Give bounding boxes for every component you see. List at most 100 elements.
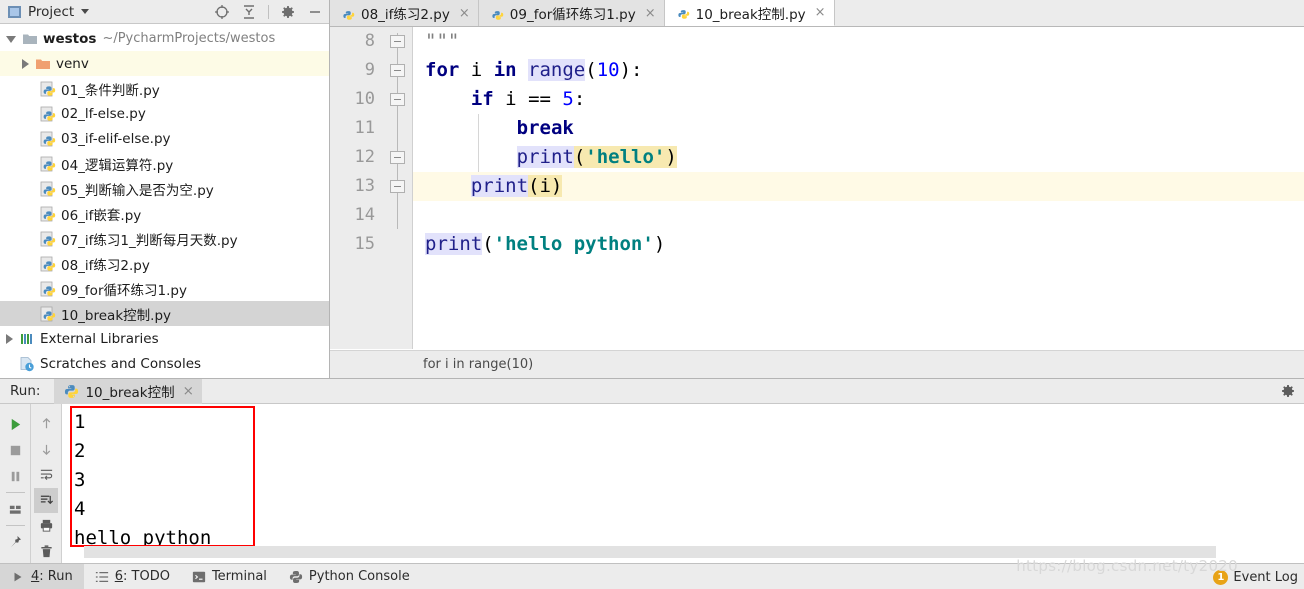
python-file-icon <box>40 256 56 272</box>
chevron-right-icon[interactable] <box>6 334 13 344</box>
run-panel-body: 1 2 3 4 hello python <box>0 404 1304 564</box>
pin-icon[interactable] <box>3 529 27 555</box>
editor-marker-bar[interactable] <box>1292 27 1304 349</box>
layout-icon[interactable] <box>3 496 27 522</box>
tree-item[interactable]: 10_break控制.py <box>0 301 329 326</box>
code-line[interactable]: if i == 5: <box>414 85 1304 114</box>
python-file-icon <box>40 181 56 197</box>
soft-wrap-icon[interactable] <box>34 462 58 488</box>
python-file-icon <box>40 131 56 147</box>
code-line[interactable] <box>414 201 1304 230</box>
tree-item-label: External Libraries <box>40 331 159 347</box>
locate-icon[interactable] <box>214 4 230 20</box>
python-icon <box>64 384 79 399</box>
tree-item[interactable]: 09_for循环练习1.py <box>0 276 329 301</box>
code-line[interactable]: break <box>414 114 1304 143</box>
tree-item-label: 03_if-elif-else.py <box>61 131 171 147</box>
line-number: 9 <box>330 56 375 85</box>
editor-tab[interactable]: 08_if练习2.py× <box>330 0 479 26</box>
tree-item[interactable]: External Libraries <box>0 326 329 351</box>
tree-item[interactable]: 04_逻辑运算符.py <box>0 151 329 176</box>
line-number: 12 <box>330 143 375 172</box>
trash-icon[interactable] <box>34 539 58 565</box>
console-vertical-scrollbar[interactable] <box>1291 404 1304 564</box>
minimize-icon[interactable] <box>307 4 323 20</box>
python-file-icon <box>40 231 56 247</box>
tree-item[interactable]: westos~/PycharmProjects/westos <box>0 26 329 51</box>
folder-icon <box>22 31 38 47</box>
console-horizontal-scrollbar[interactable] <box>84 546 1216 558</box>
event-log-badge: 1 <box>1213 570 1228 585</box>
fold-marker[interactable] <box>390 151 405 164</box>
python-file-icon <box>40 156 56 172</box>
folder-venv-icon <box>35 56 51 72</box>
breadcrumb-label: for i in range(10) <box>423 357 533 372</box>
run-tab-label: 10_break控制 <box>85 381 174 401</box>
print-icon[interactable] <box>34 513 58 539</box>
editor-tab[interactable]: 10_break控制.py× <box>665 0 835 26</box>
fold-marker[interactable] <box>390 180 405 193</box>
code-line[interactable]: for i in range(10): <box>414 56 1304 85</box>
tree-item-label: 01_条件判断.py <box>61 79 160 99</box>
gear-icon[interactable] <box>280 4 296 20</box>
code-text[interactable]: """for i in range(10): if i == 5: break … <box>414 27 1304 349</box>
status-item-python-console[interactable]: Python Console <box>278 564 421 589</box>
code-line[interactable]: print('hello') <box>414 143 1304 172</box>
code-line[interactable]: print(i) <box>414 172 1304 201</box>
fold-marker[interactable] <box>390 64 405 77</box>
tree-item[interactable]: 07_if练习1_判断每月天数.py <box>0 226 329 251</box>
fold-marker[interactable] <box>390 35 405 48</box>
chevron-down-icon[interactable] <box>6 36 16 43</box>
tree-item-label: westos <box>43 31 96 47</box>
status-terminal-label: Terminal <box>212 569 267 584</box>
tree-item[interactable]: 08_if练习2.py <box>0 251 329 276</box>
tree-item[interactable]: Scratches and Consoles <box>0 351 329 376</box>
scroll-up-icon[interactable] <box>34 411 58 437</box>
tree-item[interactable]: 03_if-elif-else.py <box>0 126 329 151</box>
close-icon[interactable]: × <box>459 7 470 20</box>
status-item-todo[interactable]: 6: TODO <box>84 564 181 589</box>
fold-marker[interactable] <box>390 93 405 106</box>
code-line[interactable]: """ <box>414 27 1304 56</box>
tree-item[interactable]: 02_lf-else.py <box>0 101 329 126</box>
status-python-console-label: Python Console <box>309 569 410 584</box>
status-item-terminal[interactable]: Terminal <box>181 564 278 589</box>
chevron-right-icon[interactable] <box>22 59 29 69</box>
close-icon[interactable]: × <box>183 383 194 399</box>
chevron-down-icon[interactable] <box>81 9 89 14</box>
terminal-icon <box>192 570 206 584</box>
todo-list-icon <box>95 570 109 584</box>
python-file-icon <box>40 306 56 322</box>
console-output[interactable]: 1 2 3 4 hello python <box>62 404 1304 564</box>
code-line[interactable]: print('hello python') <box>414 230 1304 259</box>
rerun-icon[interactable] <box>3 411 27 437</box>
project-panel-title: Project <box>28 4 74 20</box>
toolbar-divider <box>268 5 269 19</box>
pause-icon[interactable] <box>3 463 27 489</box>
toolbar-divider <box>6 492 25 493</box>
scroll-to-end-icon[interactable] <box>34 488 58 514</box>
editor-tab[interactable]: 09_for循环练习1.py× <box>479 0 665 26</box>
status-item-event-log[interactable]: Event Log <box>1233 570 1298 585</box>
close-icon[interactable]: × <box>815 6 826 19</box>
line-number: 10 <box>330 85 375 114</box>
console-text: 1 2 3 4 hello python <box>74 408 211 553</box>
tree-item[interactable]: 06_if嵌套.py <box>0 201 329 226</box>
scroll-down-icon[interactable] <box>34 437 58 463</box>
tree-item[interactable]: 01_条件判断.py <box>0 76 329 101</box>
status-item-run[interactable]: 4: Run <box>0 564 84 589</box>
fold-column[interactable] <box>383 27 413 349</box>
tree-item[interactable]: venv <box>0 51 329 76</box>
gear-icon[interactable] <box>1280 383 1296 403</box>
stop-icon[interactable] <box>3 437 27 463</box>
tree-item-label: 02_lf-else.py <box>61 106 146 122</box>
tree-item-label: 09_for循环练习1.py <box>61 279 187 299</box>
code-editor[interactable]: 89101112131415 """for i in range(10): if… <box>330 27 1304 349</box>
close-icon[interactable]: × <box>645 7 656 20</box>
tree-item[interactable]: 05_判断输入是否为空.py <box>0 176 329 201</box>
breadcrumb[interactable]: for i in range(10) <box>330 350 1304 378</box>
run-tab[interactable]: 10_break控制 × <box>54 379 201 404</box>
editor-area: 08_if练习2.py×09_for循环练习1.py×10_break控制.py… <box>330 0 1304 378</box>
collapse-all-icon[interactable] <box>241 4 257 20</box>
line-number-column: 89101112131415 <box>330 27 383 259</box>
